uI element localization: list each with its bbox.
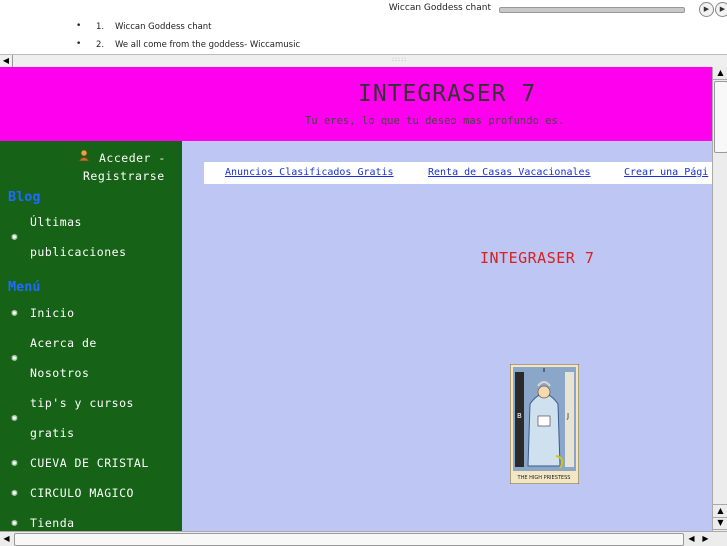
sidebar-item-tips[interactable]: tip's y cursos	[30, 396, 134, 410]
site-header: INTEGRASER 7 Tu eres, lo que tu deseo ma…	[0, 67, 712, 141]
playlist: • 1. Wiccan Goddess chant • 2. We all co…	[0, 18, 727, 54]
login-link[interactable]: Acceder -	[99, 151, 166, 165]
scroll-left-icon[interactable]: ◀	[0, 533, 13, 545]
resize-grip-icon[interactable]: :::::	[392, 56, 410, 63]
bullet-icon: •	[76, 21, 82, 31]
star-bullet-icon: ✺	[11, 516, 18, 529]
star-bullet-icon: ✺	[11, 351, 18, 364]
tarot-caption: THE HIGH PRIESTESS	[517, 475, 571, 481]
scroll-down-icon[interactable]: ▼	[713, 517, 727, 530]
star-bullet-icon: ✺	[11, 411, 18, 424]
star-bullet-icon: ✺	[11, 306, 18, 319]
vertical-scrollbar[interactable]: ▲ ▲ ▼	[712, 67, 727, 531]
sidebar-item-tips-line2[interactable]: gratis	[30, 426, 75, 440]
horizontal-scrollbar[interactable]: ◀ ◀ ▶	[0, 531, 727, 546]
tarot-card-image[interactable]: B J II THE HIGH PRIESTESS	[510, 364, 579, 484]
sidebar-item-acerca[interactable]: Acerca de	[30, 336, 97, 350]
ad-link-renta-casas[interactable]: Renta de Casas Vacacionales	[428, 167, 591, 178]
star-bullet-icon: ✺	[11, 486, 18, 499]
svg-text:J: J	[566, 412, 569, 420]
scroll-up-icon[interactable]: ▲	[713, 504, 727, 518]
track-title: Wiccan Goddess chant	[114, 22, 212, 32]
bullet-icon: •	[76, 39, 82, 49]
playlist-item[interactable]: • 2. We all come from the goddess- Wicca…	[0, 36, 727, 54]
music-player: Wiccan Goddess chant ▶ ▶	[0, 0, 727, 19]
play-icon[interactable]: ▶	[699, 2, 714, 17]
svg-text:II: II	[543, 368, 546, 374]
site-title: INTEGRASER 7	[358, 81, 537, 107]
sidebar: Acceder - Registrarse Blog Últimas ✺ pub…	[0, 141, 182, 531]
main-content: Anuncios Clasificados Gratis Renta de Ca…	[182, 141, 712, 531]
sidebar-item-tienda[interactable]: Tienda	[30, 516, 75, 530]
track-number: 1.	[96, 22, 105, 32]
star-bullet-icon: ✺	[11, 456, 18, 469]
sidebar-item-acerca-line2[interactable]: Nosotros	[30, 366, 89, 380]
scroll-up-icon[interactable]: ▲	[713, 67, 727, 80]
playback-progress-bar[interactable]	[499, 7, 685, 13]
sidebar-item-circulo[interactable]: CIRCULO MAGICO	[30, 486, 134, 500]
sidebar-item-inicio[interactable]: Inicio	[30, 306, 75, 320]
svg-text:B: B	[517, 412, 522, 420]
star-bullet-icon: ✺	[11, 230, 18, 243]
vertical-scroll-thumb[interactable]	[714, 81, 727, 153]
user-login-icon[interactable]	[78, 149, 90, 161]
ad-links-bar: Anuncios Clasificados Gratis Renta de Ca…	[204, 162, 712, 184]
sidebar-item-latest-posts[interactable]: Últimas	[30, 215, 82, 229]
sidebar-item-cueva[interactable]: CUEVA DE CRISTAL	[30, 456, 149, 470]
scroll-right-icon[interactable]: ▶	[699, 533, 712, 545]
now-playing-title: Wiccan Goddess chant	[388, 3, 491, 13]
playlist-horizontal-scrollbar[interactable]: ◀	[0, 54, 727, 68]
sidebar-item-latest-posts-line2[interactable]: publicaciones	[30, 245, 127, 259]
blog-heading: Blog	[8, 189, 41, 205]
menu-heading: Menú	[8, 279, 41, 295]
ad-link-crear-pagina[interactable]: Crear una Pági	[624, 167, 708, 178]
horizontal-scroll-thumb[interactable]	[14, 533, 684, 546]
playlist-item[interactable]: • 1. Wiccan Goddess chant	[0, 18, 727, 36]
scroll-left-icon[interactable]: ◀	[0, 55, 13, 67]
site-tagline: Tu eres, lo que tu deseo mas profundo es…	[305, 115, 565, 127]
main-title: INTEGRASER 7	[480, 249, 595, 267]
scroll-left-icon[interactable]: ◀	[685, 533, 698, 545]
next-icon[interactable]: ▶	[715, 2, 727, 17]
ad-link-clasificados[interactable]: Anuncios Clasificados Gratis	[225, 167, 394, 178]
track-number: 2.	[96, 40, 105, 50]
track-title: We all come from the goddess- Wiccamusic	[114, 40, 301, 50]
register-link[interactable]: Registrarse	[83, 169, 165, 183]
